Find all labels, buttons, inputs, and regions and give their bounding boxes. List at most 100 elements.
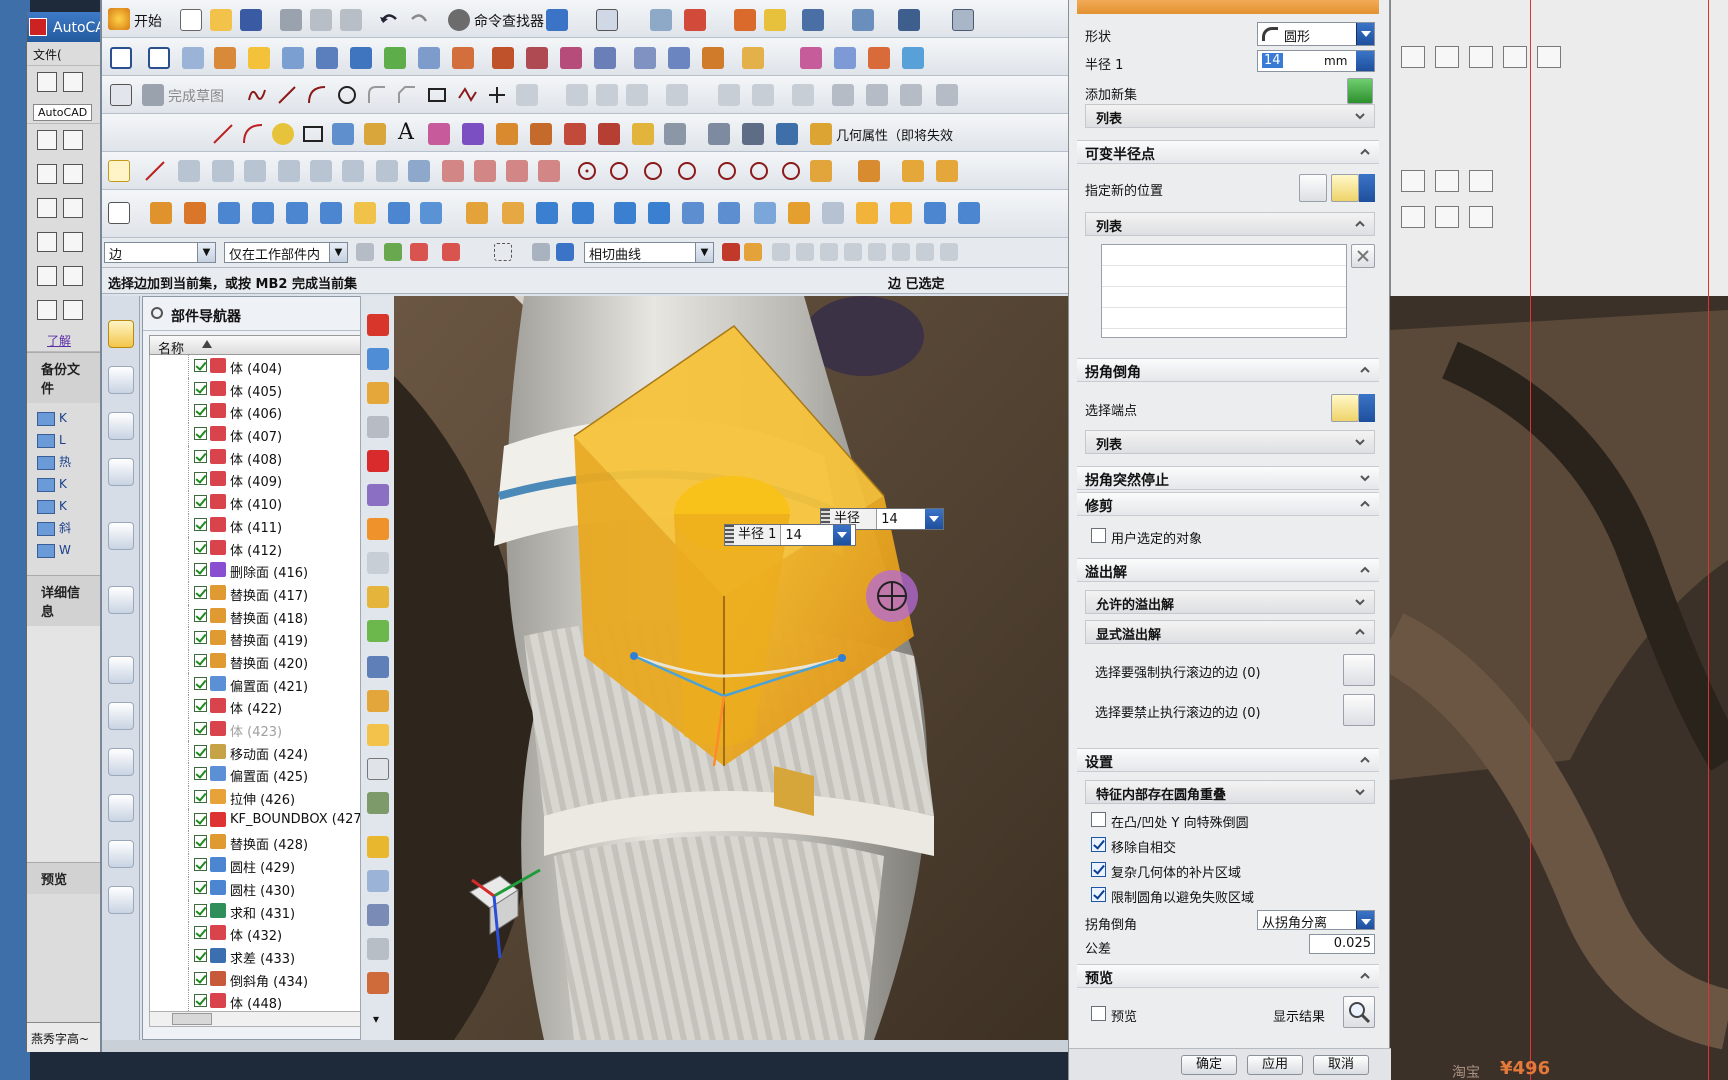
trim-sheet-icon[interactable] <box>492 47 514 69</box>
surface-icon[interactable] <box>282 47 304 69</box>
fillet-sketch-icon[interactable] <box>366 84 388 106</box>
tree-row[interactable]: 体 (412) <box>150 536 361 560</box>
wcs-icon[interactable] <box>684 9 706 31</box>
preview-checkbox[interactable] <box>1091 1006 1106 1021</box>
view-select-icon[interactable] <box>532 243 550 261</box>
profile-icon[interactable] <box>246 84 268 106</box>
split-icon[interactable] <box>648 202 670 224</box>
datum-axis-icon[interactable] <box>367 382 389 404</box>
radius-input[interactable]: 14 mm <box>1257 50 1375 72</box>
offset-curve-icon[interactable] <box>516 84 538 106</box>
thicken-icon[interactable] <box>594 47 616 69</box>
grid-pattern-icon[interactable] <box>367 870 389 892</box>
feature-group-icon[interactable] <box>858 160 880 182</box>
polygon-tool-icon[interactable] <box>332 123 354 145</box>
chamfer-tool-icon[interactable] <box>788 202 810 224</box>
mesh-icon[interactable] <box>316 47 338 69</box>
line-tool-icon[interactable] <box>212 123 234 145</box>
face-icon[interactable] <box>367 484 389 506</box>
web-browser-tab[interactable] <box>108 522 134 550</box>
drag-grip-icon[interactable] <box>725 525 734 545</box>
mirror-body-icon[interactable] <box>958 202 980 224</box>
pen-icon[interactable] <box>248 47 270 69</box>
taskbar-label[interactable]: 燕秀字高~ <box>27 1022 107 1052</box>
tree-row[interactable]: 删除面 (416) <box>150 559 361 582</box>
settings-section[interactable]: 设置 <box>1077 748 1379 772</box>
visibility-checkbox[interactable] <box>194 472 207 486</box>
window-icon[interactable] <box>952 9 974 31</box>
chain-icon[interactable] <box>342 160 364 182</box>
section-icon[interactable] <box>376 160 398 182</box>
folder-item[interactable]: K <box>37 495 96 517</box>
curve-tool-icon[interactable] <box>1435 46 1459 68</box>
tree-row[interactable]: 拉伸 (426) <box>150 786 361 809</box>
stack-icon[interactable] <box>367 938 389 960</box>
list-header-3[interactable]: 列表 <box>1085 430 1375 454</box>
type-filter-dropdown[interactable]: 边 ▼ <box>104 242 216 263</box>
curve-tool-icon[interactable] <box>1503 46 1527 68</box>
palette-tab[interactable] <box>108 748 134 776</box>
list-header-1[interactable]: 列表 <box>1085 104 1375 128</box>
apply-button[interactable]: 应用 <box>1247 1055 1303 1075</box>
list-header-2[interactable]: 列表 <box>1085 212 1375 236</box>
block-icon[interactable] <box>63 164 83 184</box>
circle-center-icon[interactable] <box>576 160 598 182</box>
visibility-checkbox[interactable] <box>194 381 207 395</box>
snap-center-icon[interactable] <box>868 243 886 261</box>
undo-icon[interactable] <box>378 9 400 31</box>
circle-angle-icon[interactable] <box>780 160 802 182</box>
tree-row[interactable]: 替换面 (418) <box>150 604 361 628</box>
feature-select-icon[interactable] <box>556 243 574 261</box>
overlap-header[interactable]: 特征内部存在圆角重叠 <box>1085 780 1375 804</box>
measure-distance-icon[interactable] <box>367 656 389 678</box>
autocad-title-bar[interactable]: AutoCA <box>27 12 106 42</box>
sketch-icon[interactable] <box>110 84 132 106</box>
table-tool-icon[interactable] <box>367 792 389 814</box>
more-icon[interactable]: ▾ <box>373 1012 379 1026</box>
ok-button[interactable]: 确定 <box>1181 1055 1237 1075</box>
alternate-icon[interactable] <box>936 84 958 106</box>
add-set-icon[interactable] <box>1347 78 1373 104</box>
circle-3pt-icon[interactable] <box>608 160 630 182</box>
insert-icon[interactable] <box>63 198 83 218</box>
sketch-new-icon[interactable] <box>108 202 130 224</box>
folder-item[interactable]: 热 <box>37 451 96 473</box>
pad-icon[interactable] <box>214 47 236 69</box>
layers-icon[interactable] <box>367 586 389 608</box>
folder-item[interactable]: 斜 <box>37 517 96 539</box>
bridge-icon[interactable] <box>564 123 586 145</box>
revolve-icon[interactable] <box>184 202 206 224</box>
sphere-icon[interactable] <box>1435 206 1459 228</box>
offset-tool-2-icon[interactable] <box>856 202 878 224</box>
trim-curve-icon[interactable] <box>566 84 588 106</box>
corner-feature-icon[interactable] <box>538 160 560 182</box>
special-y-checkbox[interactable] <box>1091 812 1106 827</box>
tree-row[interactable]: 体 (409) <box>150 468 361 492</box>
bracket-icon[interactable] <box>506 160 528 182</box>
assembly-navigator-tab[interactable] <box>108 320 134 348</box>
tree-row[interactable]: 替换面 (419) <box>150 627 361 650</box>
edge-select-cube-icon[interactable] <box>1343 694 1375 726</box>
visibility-checkbox[interactable] <box>194 926 207 940</box>
tree-row[interactable]: 体 (432) <box>150 922 361 945</box>
reference-icon[interactable] <box>792 84 814 106</box>
boss-icon[interactable] <box>936 160 958 182</box>
visibility-checkbox[interactable] <box>194 699 207 713</box>
ruler-icon[interactable] <box>898 9 920 31</box>
sphere-tool-icon[interactable] <box>320 202 342 224</box>
open-icon[interactable] <box>63 72 83 92</box>
circle-tangent-icon[interactable] <box>642 160 664 182</box>
curve-group-icon[interactable] <box>810 160 832 182</box>
datum-icon[interactable] <box>182 47 204 69</box>
rectangle-icon[interactable] <box>426 84 448 106</box>
visibility-checkbox[interactable] <box>194 903 207 917</box>
dimension-icon[interactable] <box>718 84 740 106</box>
circle-point-icon[interactable] <box>716 160 738 182</box>
user-selected-checkbox[interactable] <box>1091 528 1106 543</box>
snap-mid-icon[interactable] <box>796 243 814 261</box>
wrap-icon[interactable] <box>834 47 856 69</box>
arc-feature-icon[interactable] <box>442 160 464 182</box>
finish-sketch-button[interactable]: 完成草图 <box>168 86 224 106</box>
show-hide-icon[interactable] <box>802 9 824 31</box>
layer-icon[interactable] <box>63 130 83 150</box>
